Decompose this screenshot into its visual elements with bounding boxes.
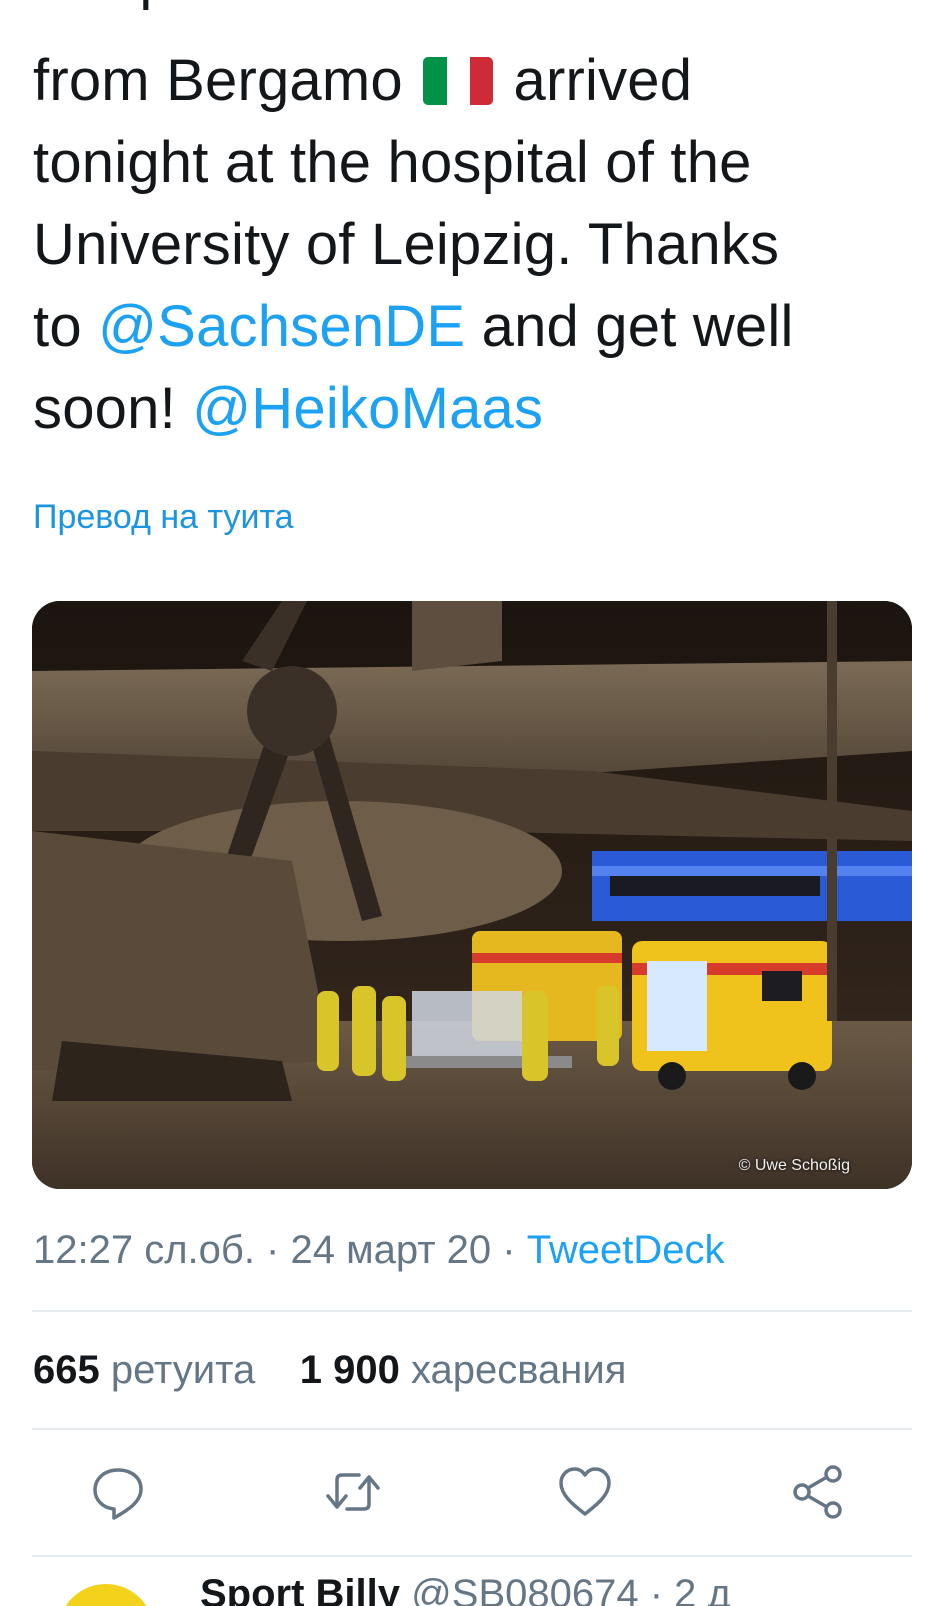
italy-flag-icon: [423, 56, 494, 105]
likes-stat[interactable]: 1 900 харесвания: [300, 1348, 627, 1392]
next-tweet-header: Sport Billy @SB080674 · 2 д: [200, 1572, 731, 1606]
tweet-actions: [0, 1462, 945, 1526]
tweet-stats: 665 ретуита 1 900 харесвания: [33, 1348, 626, 1393]
likes-label: харесвания: [410, 1348, 627, 1392]
like-button[interactable]: [555, 1462, 615, 1522]
reply-icon: [93, 1468, 143, 1520]
tweet-time: 12:27 сл.об.: [33, 1228, 255, 1272]
divider: [32, 1310, 912, 1312]
tweet-text-fragment: to: [33, 294, 82, 359]
tweet-line-1: from Bergamo arrived: [33, 40, 923, 122]
heart-icon: [559, 1467, 611, 1516]
share-icon: [793, 1465, 842, 1519]
likes-count: 1 900: [299, 1348, 400, 1392]
retweet-button[interactable]: [323, 1462, 383, 1522]
retweet-icon: [326, 1473, 380, 1511]
tweet-line-2: tonight at the hospital of the: [33, 130, 752, 195]
retweets-count: 665: [33, 1348, 100, 1392]
next-tweet-preview[interactable]: Sport Billy @SB080674 · 2 д: [0, 1556, 945, 1606]
reply-button[interactable]: [88, 1462, 148, 1522]
tweet-photo[interactable]: © Uwe Schoßig: [32, 601, 912, 1189]
tweet-line-3: University of Leipzig. Thanks: [33, 212, 780, 277]
tweet-text-fragment: arrived: [513, 48, 693, 113]
retweets-label: ретуита: [110, 1348, 256, 1392]
next-tweet-author-handle: @SB080674 · 2 д: [411, 1572, 731, 1606]
next-tweet-author-name: Sport Billy: [200, 1572, 401, 1606]
tweet-text-fragment: soon!: [33, 376, 176, 441]
translate-tweet-link[interactable]: Превод на туита: [33, 498, 294, 537]
mention-heikomaas[interactable]: @HeikoMaas: [192, 376, 543, 441]
tweet-text-fragment: from Bergamo: [33, 48, 403, 113]
avatar[interactable]: [58, 1584, 154, 1606]
tweet-date: 24 март 20: [290, 1228, 492, 1272]
meta-separator: ·: [254, 1228, 291, 1272]
mention-sachsende[interactable]: @SachsenDE: [98, 294, 465, 359]
tweet-line-4: to @SachsenDE and get well: [33, 286, 923, 368]
tweet-text-cut-line: two patients in intensive care: [33, 0, 778, 20]
tweet-meta: 12:27 сл.об. · 24 март 20 · TweetDeck: [33, 1228, 725, 1273]
tweet-source-link[interactable]: TweetDeck: [527, 1228, 725, 1272]
divider: [32, 1428, 912, 1430]
tweet-text: from Bergamo arrived tonight at the hosp…: [33, 40, 923, 450]
meta-separator: ·: [491, 1228, 527, 1272]
tweet-text-fragment: and get well: [481, 294, 794, 359]
tweet-line-5: soon! @HeikoMaas: [33, 368, 923, 450]
airplane-ambulance-photo: [32, 601, 912, 1189]
photo-credit: © Uwe Schoßig: [738, 1157, 850, 1174]
share-button[interactable]: [788, 1462, 848, 1522]
retweets-stat[interactable]: 665 ретуита: [33, 1348, 255, 1392]
